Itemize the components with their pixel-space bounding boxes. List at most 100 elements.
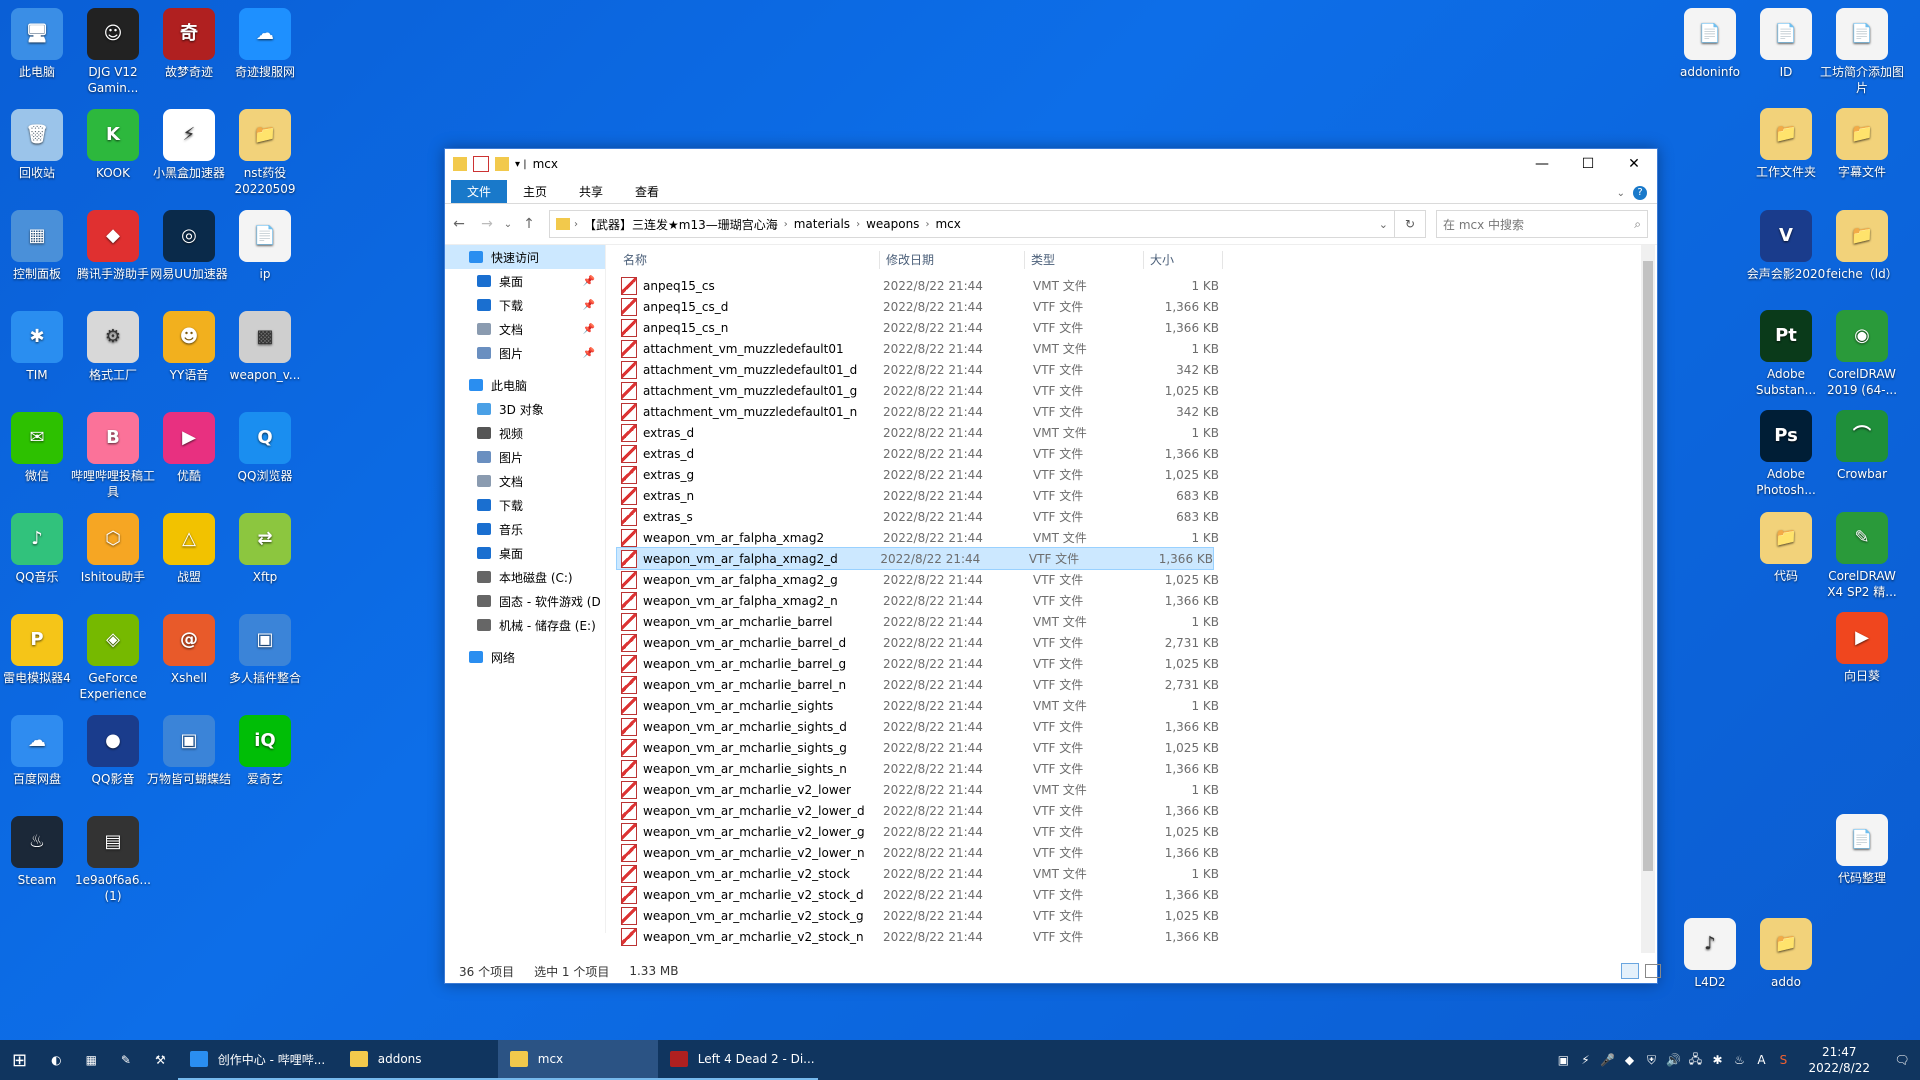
tab-home[interactable]: 主页 [507, 180, 563, 203]
file-row[interactable]: attachment_vm_muzzledefault01_n 2022/8/22… [617, 401, 1627, 422]
tab-view[interactable]: 查看 [619, 180, 675, 203]
maximize-button[interactable]: ☐ [1565, 149, 1611, 179]
breadcrumb-item[interactable]: materials [788, 217, 856, 231]
desktop-icon[interactable]: ✉ 微信 [0, 412, 79, 484]
file-row[interactable]: weapon_vm_ar_falpha_xmag2_g 2022/8/22 21:… [617, 569, 1627, 590]
nav-item[interactable]: 快速访问 [445, 245, 605, 269]
nav-item[interactable]: 此电脑 [445, 373, 605, 397]
column-header-date[interactable]: 修改日期 [880, 251, 1025, 269]
desktop-icon[interactable]: ☁ 百度网盘 [0, 715, 79, 787]
minimize-button[interactable]: — [1519, 149, 1565, 179]
desktop-icon[interactable]: 奇故梦奇迹 [147, 8, 231, 80]
column-header-size[interactable]: 大小 [1144, 251, 1223, 269]
nav-item[interactable]: 桌面 [445, 541, 605, 565]
file-row[interactable]: extras_s 2022/8/22 21:44 VTF 文件 683 KB [617, 506, 1627, 527]
nav-item[interactable]: 固态 - 软件游戏 (D [445, 589, 605, 613]
desktop-icon[interactable]: ◈ GeForce Experience [71, 614, 155, 702]
desktop-icon[interactable]: @ Xshell [147, 614, 231, 686]
forward-button[interactable]: → [473, 216, 501, 232]
desktop-icon[interactable]: ▶ 优酷 [147, 412, 231, 484]
desktop-icon[interactable]: 📄 代码整理 [1820, 814, 1904, 886]
properties-icon[interactable] [473, 156, 489, 172]
desktop-icon[interactable]: Pt Adobe Substan... [1744, 310, 1828, 398]
file-row[interactable]: weapon_vm_ar_mcharlie_sights_n 2022/8/22 … [617, 758, 1627, 779]
desktop-icon[interactable]: ✱ TIM [0, 311, 79, 383]
desktop-icon[interactable]: ⌒ Crowbar [1820, 410, 1904, 482]
tab-file[interactable]: 文件 [451, 180, 508, 203]
taskbar-app-button[interactable]: addons [337, 1040, 498, 1080]
desktop-icon[interactable]: ◉ CorelDRAW 2019 (64-... [1820, 310, 1904, 398]
file-row[interactable]: weapon_vm_ar_mcharlie_v2_stock 2022/8/22 … [617, 863, 1627, 884]
desktop-icon[interactable]: 🖥 此电脑 [0, 8, 79, 80]
desktop-icon[interactable]: 📄 addoninfo [1668, 8, 1752, 80]
file-row[interactable]: weapon_vm_ar_mcharlie_v2_lower_g 2022/8/2… [617, 821, 1627, 842]
nav-item[interactable]: 文档 📌 [445, 317, 605, 341]
desktop-icon[interactable]: ◎ 网易UU加速器 [147, 210, 231, 282]
file-row[interactable]: anpeq15_cs_n 2022/8/22 21:44 VTF 文件 1,366 K… [617, 317, 1627, 338]
desktop-icon[interactable]: ▣ 多人插件整合 [223, 614, 307, 686]
address-dropdown-icon[interactable]: ⌄ [1379, 218, 1388, 231]
nav-item[interactable]: 3D 对象 [445, 397, 605, 421]
file-row[interactable]: weapon_vm_ar_mcharlie_v2_stock_n 2022/8/2… [617, 926, 1627, 947]
vertical-scrollbar[interactable] [1641, 245, 1655, 953]
desktop-icon[interactable]: Q QQ浏览器 [223, 412, 307, 484]
file-row[interactable]: weapon_vm_ar_falpha_xmag2 2022/8/22 21:44… [617, 527, 1627, 548]
notepad-icon[interactable]: ✎ [109, 1040, 143, 1080]
desktop-icon[interactable]: ▣ 万物皆可蝴蝶结 [147, 715, 231, 787]
desktop-icon[interactable]: V 会声会影2020 [1744, 210, 1828, 282]
file-row[interactable]: attachment_vm_muzzledefault01_d 2022/8/22… [617, 359, 1627, 380]
file-row[interactable]: extras_d 2022/8/22 21:44 VTF 文件 1,366 KB [617, 443, 1627, 464]
file-row[interactable]: weapon_vm_ar_mcharlie_barrel 2022/8/22 21… [617, 611, 1627, 632]
file-row[interactable]: extras_g 2022/8/22 21:44 VTF 文件 1,025 KB [617, 464, 1627, 485]
taskbar-app-button[interactable]: mcx [497, 1040, 658, 1080]
file-row[interactable]: attachment_vm_muzzledefault01_g 2022/8/22… [617, 380, 1627, 401]
pin-icon[interactable]: 📌 [583, 348, 595, 359]
desktop-icon[interactable]: ⚡ 小黑盒加速器 [147, 109, 231, 181]
tim-tray-icon[interactable]: ✱ [1706, 1053, 1728, 1067]
desktop-icon[interactable]: △ 战盟 [147, 513, 231, 585]
taskbar-app-button[interactable]: 创作中心 - 哔哩哔... [177, 1040, 338, 1080]
desktop-icon[interactable]: 📄 ID [1744, 8, 1828, 80]
desktop-icon[interactable]: 📁 工作文件夹 [1744, 108, 1828, 180]
desktop-icon[interactable]: ♪ QQ音乐 [0, 513, 79, 585]
desktop-icon[interactable]: ⚙ 格式工厂 [71, 311, 155, 383]
file-row[interactable]: weapon_vm_ar_mcharlie_sights_g 2022/8/22 … [617, 737, 1627, 758]
bolt-tray-icon[interactable]: ⚡ [1574, 1053, 1596, 1067]
title-bar[interactable]: ▾ | mcx — ☐ ✕ [445, 149, 1657, 179]
desktop-icon[interactable]: ♪ L4D2 [1668, 918, 1752, 990]
ime-icon[interactable]: A [1750, 1053, 1772, 1067]
desktop-icon[interactable]: 📁 feiche（ld） [1820, 210, 1904, 282]
recent-locations-button[interactable]: ⌄ [501, 219, 515, 230]
file-row[interactable]: extras_n 2022/8/22 21:44 VTF 文件 683 KB [617, 485, 1627, 506]
nav-item[interactable]: 下载 [445, 493, 605, 517]
browser-icon[interactable]: ◐ [39, 1040, 73, 1080]
desktop-icon[interactable]: ▶ 向日葵 [1820, 612, 1904, 684]
nav-item[interactable]: 下载 📌 [445, 293, 605, 317]
file-row[interactable]: weapon_vm_ar_mcharlie_v2_lower_n 2022/8/2… [617, 842, 1627, 863]
desktop-icon[interactable]: K KOOK [71, 109, 155, 181]
search-box[interactable]: 在 mcx 中搜索 ⌕ [1436, 210, 1648, 238]
customize-toolbar-icon[interactable]: ▾ | [515, 159, 527, 170]
column-header-type[interactable]: 类型 [1025, 251, 1144, 269]
nav-item[interactable]: 网络 [445, 645, 605, 669]
nav-item[interactable]: 图片 [445, 445, 605, 469]
taskbar-app-button[interactable]: Left 4 Dead 2 - Di... [657, 1040, 818, 1080]
file-row[interactable]: attachment_vm_muzzledefault01 2022/8/22 2… [617, 338, 1627, 359]
scrollbar-thumb[interactable] [1643, 261, 1653, 871]
network-icon[interactable]: 🖧 [1684, 1050, 1706, 1071]
desktop-icon[interactable]: ▩ weapon_v... [223, 311, 307, 383]
volume-icon[interactable]: 🔊 [1662, 1053, 1684, 1067]
breadcrumb-item[interactable]: mcx [929, 217, 966, 231]
file-row[interactable]: anpeq15_cs 2022/8/22 21:44 VMT 文件 1 KB [617, 275, 1627, 296]
desktop-icon[interactable]: ◆ 腾讯手游助手 [71, 210, 155, 282]
tray-app-icon[interactable]: ◆ [1618, 1053, 1640, 1067]
start-button[interactable]: ⊞ [0, 1040, 39, 1080]
nav-item[interactable]: 图片 📌 [445, 341, 605, 365]
calculator-icon[interactable]: ▦ [74, 1040, 109, 1080]
desktop-icon[interactable]: ☻ YY语音 [147, 311, 231, 383]
new-folder-icon[interactable] [495, 157, 509, 171]
desktop-icon[interactable]: ⬡ Ishitou助手 [71, 513, 155, 585]
refresh-button[interactable]: ↻ [1395, 210, 1426, 238]
nav-item[interactable]: 音乐 [445, 517, 605, 541]
nav-item[interactable]: 本地磁盘 (C:) [445, 565, 605, 589]
